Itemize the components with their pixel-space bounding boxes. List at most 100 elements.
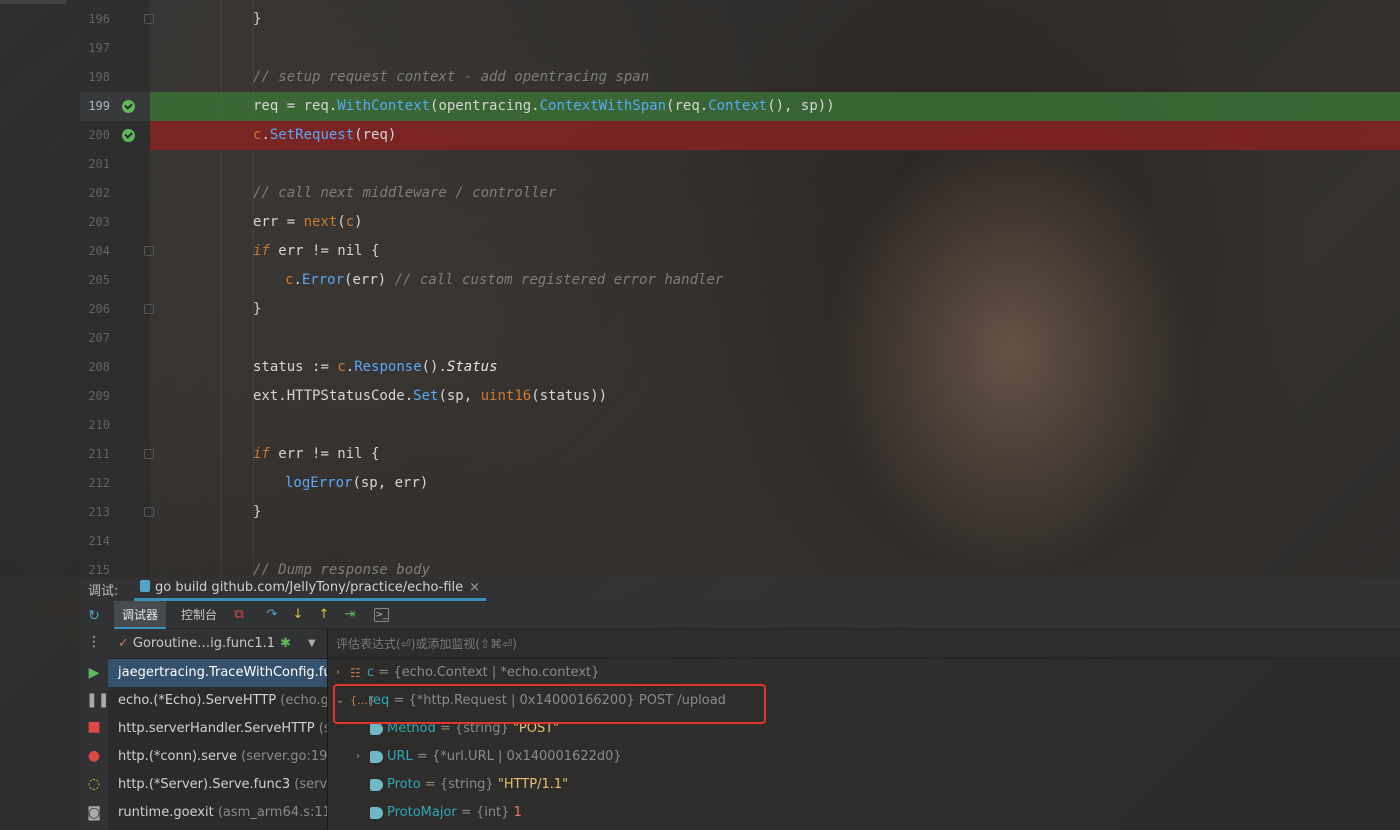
step-out-icon[interactable]: ↑ xyxy=(315,606,333,624)
line-gutter[interactable]: 200 xyxy=(80,121,150,150)
camera-icon[interactable]: ◙ xyxy=(86,805,102,821)
code-line[interactable]: if err != nil { xyxy=(150,237,1400,266)
stack-frame[interactable]: http.(*conn).serve (server.go:1997) xyxy=(108,743,327,771)
line-gutter[interactable]: 211 xyxy=(80,440,154,469)
step-into-icon[interactable]: ↓ xyxy=(289,606,307,624)
stack-frame[interactable]: echo.(*Echo).ServeHTTP (echo.go: xyxy=(108,687,327,715)
tab-console[interactable]: 控制台 xyxy=(173,601,225,629)
code-token: (sp, err) xyxy=(352,475,429,491)
line-gutter[interactable]: 213 xyxy=(80,498,154,527)
code-token: Error xyxy=(301,272,345,288)
code-line[interactable]: // setup request context - add opentraci… xyxy=(150,63,1400,92)
rerun-icon[interactable]: ↻ xyxy=(86,608,102,624)
code-line[interactable] xyxy=(150,411,1400,440)
code-text: ext.HTTPStatusCode.Set(sp, uint16(status… xyxy=(253,382,607,411)
stack-frame[interactable]: jaegertracing.TraceWithConfig.func1.1 xyxy=(108,659,327,687)
code-token: } xyxy=(253,301,262,317)
line-gutter[interactable]: 198 xyxy=(80,63,150,92)
line-gutter[interactable]: 212 xyxy=(80,469,150,498)
frame-name: jaegertracing.TraceWithConfig.func1.1 xyxy=(118,665,327,680)
go-build-icon xyxy=(140,580,150,592)
stop-icon[interactable]: ■ xyxy=(86,719,102,735)
code-token: // setup request context - add opentraci… xyxy=(253,69,650,85)
code-token: c xyxy=(337,359,346,375)
frame-name: http.serverHandler.ServeHTTP xyxy=(118,721,315,736)
close-icon[interactable]: × xyxy=(469,580,480,595)
code-line[interactable]: status := c.Response().Status xyxy=(150,353,1400,382)
code-token: err xyxy=(253,214,287,230)
code-token: . xyxy=(261,127,270,143)
line-gutter[interactable]: 205 xyxy=(80,266,150,295)
code-line[interactable]: c.SetRequest(req) xyxy=(150,121,1400,150)
code-text: if err != nil { xyxy=(253,440,379,469)
code-text: logError(sp, err) xyxy=(285,469,428,498)
line-gutter[interactable]: 210 xyxy=(80,411,150,440)
code-line[interactable]: if err != nil { xyxy=(150,440,1400,469)
code-line[interactable]: // call next middleware / controller xyxy=(150,179,1400,208)
run-to-cursor-icon[interactable]: ⇥ xyxy=(341,606,359,624)
code-line[interactable]: ext.HTTPStatusCode.Set(sp, uint16(status… xyxy=(150,382,1400,411)
code-line[interactable]: } xyxy=(150,498,1400,527)
line-gutter[interactable]: 201 xyxy=(80,150,150,179)
stack-frame[interactable]: runtime.goexit (asm_arm64.s:1133) xyxy=(108,799,327,827)
code-line[interactable]: } xyxy=(150,295,1400,324)
line-gutter[interactable]: 203 xyxy=(80,208,150,237)
resume-icon[interactable]: ▶ xyxy=(86,665,102,681)
breakpoint-icon[interactable] xyxy=(122,129,135,142)
variable-row[interactable]: › URL = {*url.URL | 0x140001622d0} xyxy=(328,743,1400,771)
variable-row[interactable]: Proto = {string} "HTTP/1.1" xyxy=(328,771,1400,799)
stack-frame[interactable]: http.serverHandler.ServeHTTP (server.go xyxy=(108,715,327,743)
chevron-right-icon[interactable]: › xyxy=(336,659,340,687)
code-line[interactable] xyxy=(150,324,1400,353)
chevron-down-icon: ▼ xyxy=(308,638,316,649)
mute-breakpoints-icon[interactable]: ◌ xyxy=(86,776,102,792)
pause-icon[interactable]: ❚❚ xyxy=(86,692,109,708)
line-gutter[interactable]: 206 xyxy=(80,295,154,324)
breakpoint-icon[interactable] xyxy=(122,100,135,113)
stack-frame[interactable]: http.(*Server).Serve.func3 (server.go xyxy=(108,771,327,799)
code-line[interactable]: req = req.WithContext(opentracing.Contex… xyxy=(150,92,1400,121)
line-number: 206 xyxy=(88,302,110,316)
code-line[interactable] xyxy=(150,34,1400,63)
code-line[interactable]: } xyxy=(150,5,1400,34)
line-number: 199 xyxy=(88,99,110,113)
line-gutter[interactable]: 204 xyxy=(80,237,154,266)
step-over-icon[interactable]: ↷ xyxy=(263,606,281,624)
tab-debugger[interactable]: 调试器 xyxy=(114,601,167,629)
code-token: if xyxy=(253,446,279,462)
code-text: err = next(c) xyxy=(253,208,363,237)
code-line[interactable] xyxy=(150,527,1400,556)
variable-name: URL xyxy=(387,749,413,764)
code-token: (opentracing. xyxy=(430,98,540,114)
evaluate-expression-icon[interactable]: >_ xyxy=(374,608,389,622)
code-text: c.SetRequest(req) xyxy=(253,121,396,150)
line-gutter[interactable]: 202 xyxy=(80,179,150,208)
variable-row[interactable]: › ☷ c = {echo.Context | *echo.context} xyxy=(328,659,1400,687)
line-gutter[interactable]: 207 xyxy=(80,324,150,353)
goroutine-select[interactable]: ✓ Goroutine…ig.func1.1 ✱ ▼ xyxy=(108,629,327,659)
code-line[interactable] xyxy=(150,150,1400,179)
line-gutter[interactable]: 208 xyxy=(80,353,150,382)
line-gutter[interactable]: 209 xyxy=(80,382,150,411)
line-gutter[interactable]: 214 xyxy=(80,527,150,556)
code-text: } xyxy=(253,498,261,527)
line-number: 200 xyxy=(88,128,110,142)
frame-name: echo.(*Echo).ServeHTTP xyxy=(118,693,277,708)
code-line[interactable]: logError(sp, err) xyxy=(150,469,1400,498)
variable-row[interactable]: ProtoMajor = {int} 1 xyxy=(328,799,1400,827)
chevron-right-icon[interactable]: › xyxy=(356,743,360,771)
line-gutter[interactable]: 197 xyxy=(80,34,150,63)
variable-type: = {int} xyxy=(456,805,514,820)
view-breakpoints-icon[interactable]: ● xyxy=(86,748,102,764)
code-token: logError xyxy=(285,475,353,491)
left-strip-topbar xyxy=(0,0,66,4)
code-line[interactable]: c.Error(err) // call custom registered e… xyxy=(150,266,1400,295)
debug-session-tab[interactable]: go build github.com/JellyTony/practice/e… xyxy=(134,577,487,601)
line-gutter[interactable]: 199 xyxy=(80,92,150,121)
more-options-icon[interactable]: ⋮ xyxy=(86,634,102,650)
code-token: (err) xyxy=(344,272,395,288)
line-gutter[interactable]: 196 xyxy=(80,5,154,34)
layout-icon[interactable]: ⧉ xyxy=(230,606,248,624)
code-line[interactable]: err = next(c) xyxy=(150,208,1400,237)
evaluate-expression-input[interactable]: 评估表达式(⏎)或添加监视(⇧⌘⏎) xyxy=(328,629,1400,659)
